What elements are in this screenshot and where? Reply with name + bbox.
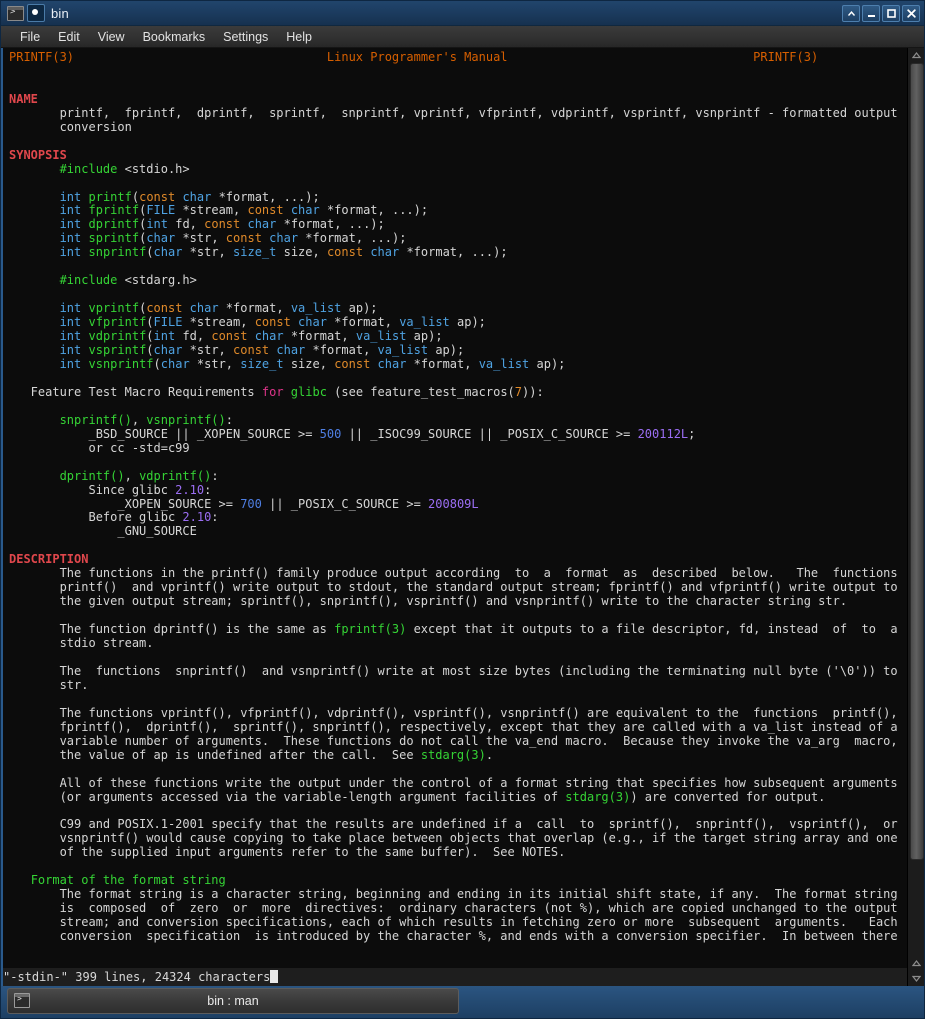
- menu-file[interactable]: File: [11, 26, 49, 48]
- scroll-up-arrow-bottom[interactable]: [909, 956, 924, 971]
- tab-bar: bin : man: [1, 986, 924, 1018]
- menu-settings[interactable]: Settings: [214, 26, 277, 48]
- status-line: "-stdin-" 399 lines, 24324 characters: [3, 968, 907, 986]
- shade-button[interactable]: [842, 4, 860, 22]
- konsole-badge-icon: [27, 4, 45, 22]
- maximize-button[interactable]: [882, 4, 900, 22]
- status-line-text: "-stdin-" 399 lines, 24324 characters: [3, 970, 271, 984]
- menu-view[interactable]: View: [89, 26, 134, 48]
- scrollbar-track[interactable]: [909, 63, 924, 956]
- text-cursor: [270, 970, 279, 983]
- konsole-window: bin File Edit View Bookmarks Settings He…: [0, 0, 925, 1019]
- man-page-content: PRINTF(3) Linux Programmer's Manual PRIN…: [9, 50, 898, 944]
- minimize-button[interactable]: [862, 4, 880, 22]
- scrollbar-thumb[interactable]: [909, 63, 924, 860]
- menu-bar: File Edit View Bookmarks Settings Help: [1, 26, 924, 48]
- window-title: bin: [51, 5, 69, 21]
- menu-edit[interactable]: Edit: [49, 26, 89, 48]
- tab-bar-empty: [459, 988, 918, 1014]
- terminal-area: PRINTF(3) Linux Programmer's Manual PRIN…: [1, 48, 924, 986]
- menu-bookmarks[interactable]: Bookmarks: [134, 26, 215, 48]
- terminal-icon: [7, 5, 24, 21]
- close-button[interactable]: [902, 4, 920, 22]
- tab-label: bin : man: [207, 993, 259, 1008]
- tab-bin-man[interactable]: bin : man: [7, 987, 459, 1014]
- vertical-scrollbar[interactable]: [907, 48, 924, 986]
- scroll-down-arrow[interactable]: [909, 971, 924, 986]
- terminal-screen[interactable]: PRINTF(3) Linux Programmer's Manual PRIN…: [3, 48, 907, 986]
- menu-help[interactable]: Help: [277, 26, 321, 48]
- window-controls: [842, 4, 920, 22]
- title-bar[interactable]: bin: [1, 1, 924, 26]
- scroll-up-arrow-top[interactable]: [909, 48, 924, 63]
